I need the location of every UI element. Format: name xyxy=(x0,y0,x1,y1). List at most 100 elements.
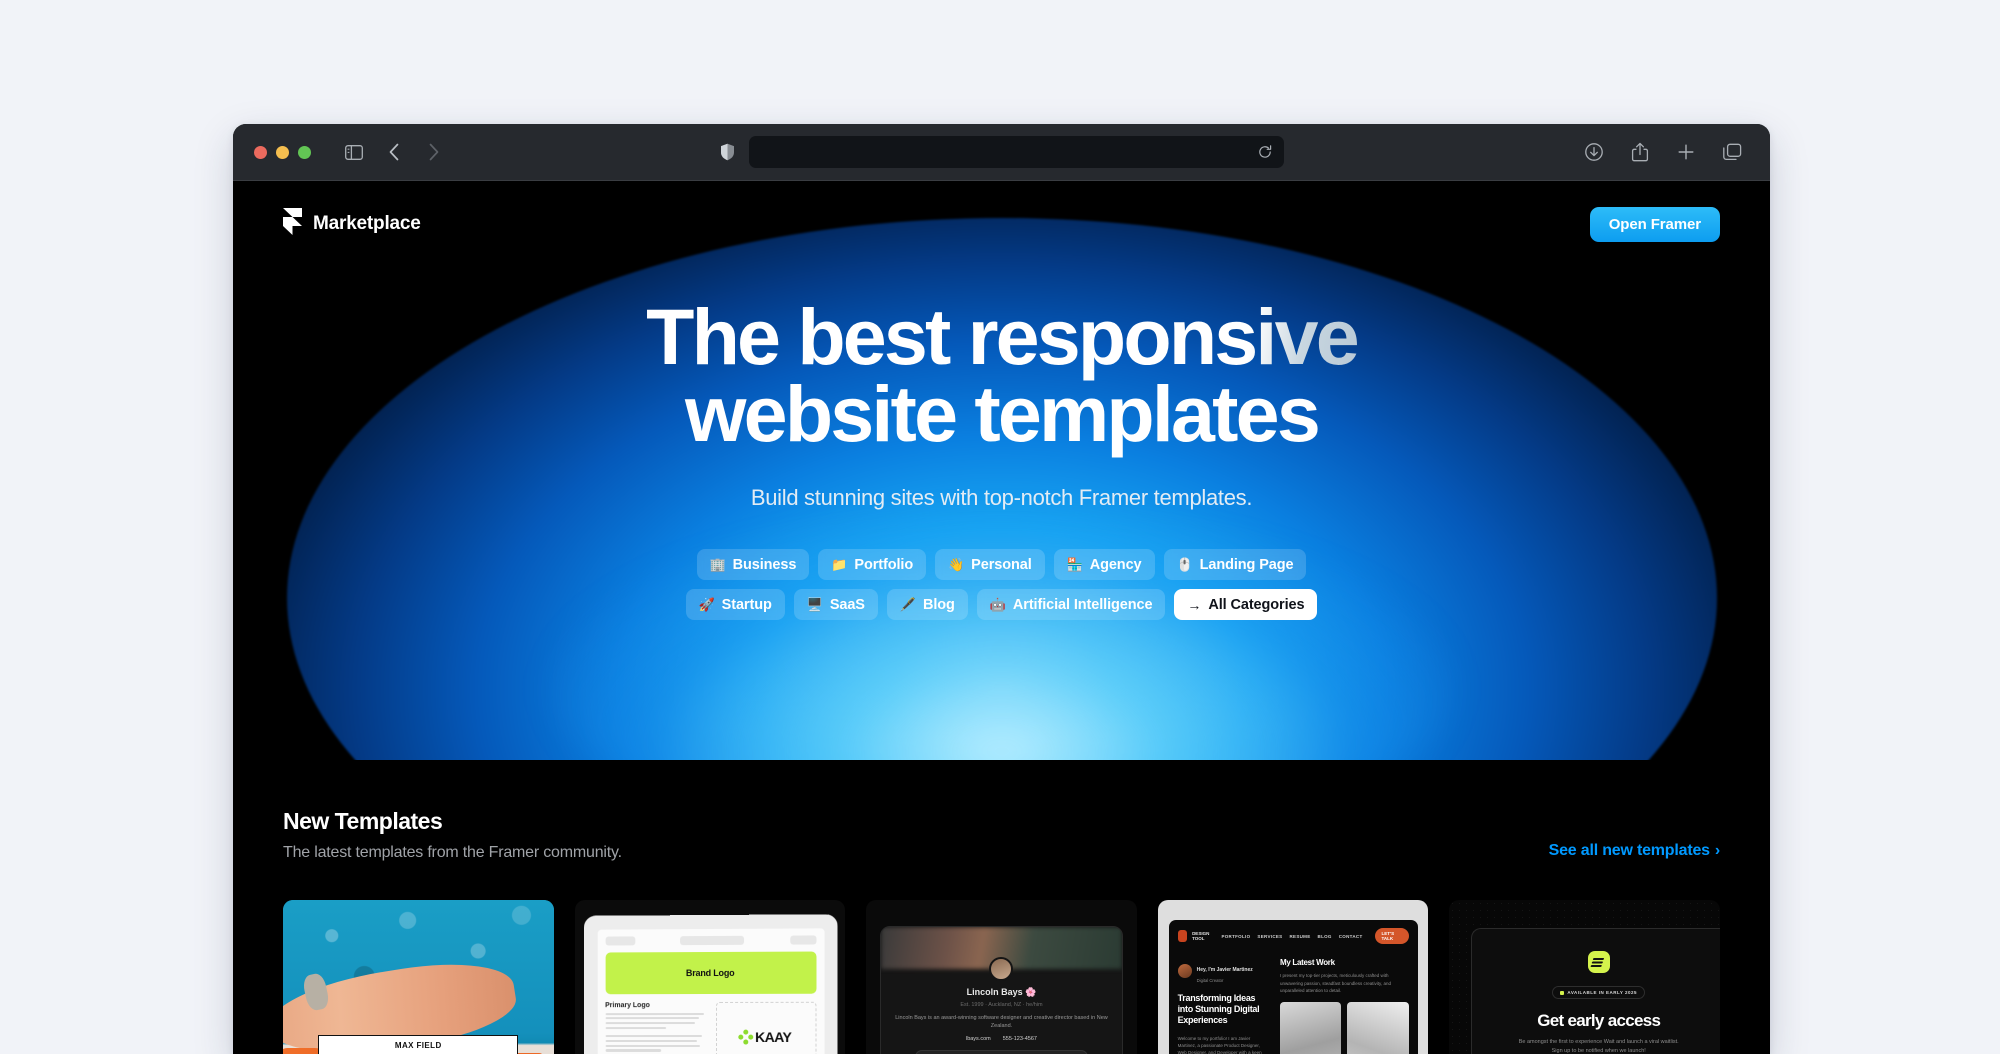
nav-link[interactable]: BLOG xyxy=(1318,934,1332,939)
category-pill-label: Landing Page xyxy=(1200,558,1294,573)
profile-name: Lincoln Bays 🌸 xyxy=(891,987,1113,998)
category-pill-blog[interactable]: 🖋️ Blog xyxy=(887,589,968,620)
category-pill-business[interactable]: 🏢Business xyxy=(697,549,810,580)
profile-body: Lincoln Bays 🌸 Est. 1999 · Auckland, NZ … xyxy=(881,969,1123,1054)
hero-subtitle: Build stunning sites with top-notch Fram… xyxy=(233,485,1770,511)
building-icon: 🏢 xyxy=(710,558,726,571)
category-pill-artificial-intelligence[interactable]: 🤖 Artificial Intelligence xyxy=(977,589,1166,620)
category-pill-agency[interactable]: 🏪Agency xyxy=(1054,549,1155,580)
portfolio-logo-text: DESIGN TOOL xyxy=(1192,931,1216,943)
contact-website[interactable]: lbays.com xyxy=(966,1036,991,1042)
open-framer-button[interactable]: Open Framer xyxy=(1590,207,1720,242)
category-pill-personal[interactable]: 👋Personal xyxy=(935,549,1045,580)
portfolio-nav-links: PORTFOLIO SERVICES RESUME BLOG CONTACT xyxy=(1221,934,1362,939)
hero-title-line2: website templates xyxy=(233,376,1770,453)
pen-icon: 🖋️ xyxy=(900,598,916,611)
brand-name: Marketplace xyxy=(313,213,421,235)
template-card[interactable]: MAX FIELD PEOPLE SCENERY xyxy=(283,900,554,1054)
nav-link[interactable]: CONTACT xyxy=(1339,934,1363,939)
brand-guide-screen: Brand Logo Primary Logo xyxy=(584,914,838,1054)
page-content: Marketplace Open Framer The best respons… xyxy=(233,181,1770,1054)
maximize-window-button[interactable] xyxy=(298,146,311,159)
text-line xyxy=(605,1018,699,1020)
portfolio-logo-icon xyxy=(1178,930,1187,942)
toolbar-right-icons xyxy=(1577,137,1749,167)
page-title: The best responsive website templates xyxy=(233,299,1770,452)
profile-text: Hey, I'm Javier Martinez Digital Creator xyxy=(1197,958,1253,983)
sidebar-icon[interactable] xyxy=(337,137,371,167)
plus-icon[interactable] xyxy=(1669,137,1703,167)
profile-greeting: Hey, I'm Javier Martinez xyxy=(1197,967,1253,973)
category-pill-label: Artificial Intelligence xyxy=(1013,598,1153,613)
category-pill-landing-page[interactable]: 🖱️Landing Page xyxy=(1164,549,1307,580)
forward-arrow-icon[interactable] xyxy=(417,137,451,167)
category-pill-label: Agency xyxy=(1090,558,1142,573)
close-window-button[interactable] xyxy=(254,146,267,159)
waitlist-subtitle: Be amongst the first to experience Wait … xyxy=(1472,1038,1720,1054)
nav-chip xyxy=(790,935,816,944)
work-image[interactable] xyxy=(1280,1002,1341,1054)
lets-talk-button[interactable]: LET'S TALK xyxy=(1375,928,1409,944)
category-pill-label: Blog xyxy=(923,598,955,613)
reload-icon[interactable] xyxy=(1258,145,1272,159)
nav-link[interactable]: SERVICES xyxy=(1257,934,1282,939)
badge-dot-icon xyxy=(1560,991,1564,995)
kaay-logo-text: KAAY xyxy=(755,1029,791,1045)
nav-link[interactable]: RESUME xyxy=(1289,934,1310,939)
portfolio-profile: Hey, I'm Javier Martinez Digital Creator xyxy=(1178,958,1270,983)
all-categories-button[interactable]: →All Categories xyxy=(1174,589,1317,620)
category-pill-group: 🏢Business 📁Portfolio 👋Personal 🏪Agency 🖱… xyxy=(233,549,1770,620)
back-arrow-icon[interactable] xyxy=(377,137,411,167)
avatar xyxy=(989,957,1013,981)
robot-icon: 🤖 xyxy=(990,598,1006,611)
shield-icon[interactable] xyxy=(720,143,735,161)
profile-role: Digital Creator xyxy=(1197,978,1253,983)
brand-logo-box: Brand Logo xyxy=(605,951,816,994)
template-card[interactable]: Lincoln Bays 🌸 Est. 1999 · Auckland, NZ … xyxy=(866,900,1137,1054)
template-card[interactable]: DESIGN TOOL PORTFOLIO SERVICES RESUME BL… xyxy=(1158,900,1429,1054)
minimize-window-button[interactable] xyxy=(276,146,289,159)
category-pill-saas[interactable]: 🖥️SaaS xyxy=(794,589,878,620)
url-input[interactable] xyxy=(749,136,1284,168)
category-pill-row-2: 🚀Startup 🖥️SaaS 🖋️ Blog 🤖 Artificial Intel… xyxy=(686,589,1318,620)
share-icon[interactable] xyxy=(1623,137,1657,167)
framer-logo-icon xyxy=(283,208,302,240)
arrow-right-icon: → xyxy=(1187,598,1201,612)
text-line xyxy=(605,1040,697,1042)
section-title: New Templates xyxy=(283,808,622,835)
category-pill-portfolio[interactable]: 📁Portfolio xyxy=(818,549,926,580)
template-card[interactable]: Brand Logo Primary Logo xyxy=(575,900,846,1054)
waitlist-screen: AVAILABLE IN EARLY 2025 Get early access… xyxy=(1471,928,1720,1054)
hero-section: Marketplace Open Framer The best respons… xyxy=(233,181,1770,760)
primary-logo-heading: Primary Logo xyxy=(605,1002,707,1009)
browser-window: Marketplace Open Framer The best respons… xyxy=(233,124,1770,1054)
category-pill-label: Personal xyxy=(971,558,1031,573)
nav-chip xyxy=(680,936,744,945)
brand-guide-columns: Primary Logo xyxy=(605,1002,816,1054)
brand-guide-page: Brand Logo Primary Logo xyxy=(597,928,824,1054)
tabs-icon[interactable] xyxy=(1715,137,1749,167)
portfolio-headline: Transforming Ideas into Stunning Digital… xyxy=(1178,993,1270,1027)
download-icon[interactable] xyxy=(1577,137,1611,167)
see-all-new-templates-link[interactable]: See all new templates › xyxy=(1549,842,1720,862)
see-all-label: See all new templates xyxy=(1549,842,1710,860)
portfolio-screen: DESIGN TOOL PORTFOLIO SERVICES RESUME BL… xyxy=(1169,920,1418,1054)
new-templates-section: New Templates The latest templates from … xyxy=(233,760,1770,1054)
category-pill-startup[interactable]: 🚀Startup xyxy=(686,589,785,620)
template-card[interactable]: AVAILABLE IN EARLY 2025 Get early access… xyxy=(1449,900,1720,1054)
template-card-grid: MAX FIELD PEOPLE SCENERY xyxy=(283,900,1720,1054)
nav-link[interactable]: PORTFOLIO xyxy=(1221,934,1250,939)
brand[interactable]: Marketplace xyxy=(283,208,421,240)
contact-phone[interactable]: 555-123-4567 xyxy=(1003,1036,1037,1042)
email-field[interactable]: hey@lbays.com xyxy=(915,1050,1088,1054)
work-image[interactable] xyxy=(1347,1002,1408,1054)
avatar xyxy=(1178,964,1192,978)
kaay-mark-icon xyxy=(738,1029,754,1045)
max-field-overlay-table: MAX FIELD PEOPLE SCENERY xyxy=(318,1035,518,1054)
text-line xyxy=(605,1045,700,1047)
hero-title-line1-tail: sive xyxy=(1214,292,1357,381)
site-header: Marketplace Open Framer xyxy=(233,181,1770,267)
category-pill-label: SaaS xyxy=(830,598,865,613)
table-row: MAX FIELD xyxy=(319,1036,517,1054)
brand-guide-nav xyxy=(605,935,816,945)
